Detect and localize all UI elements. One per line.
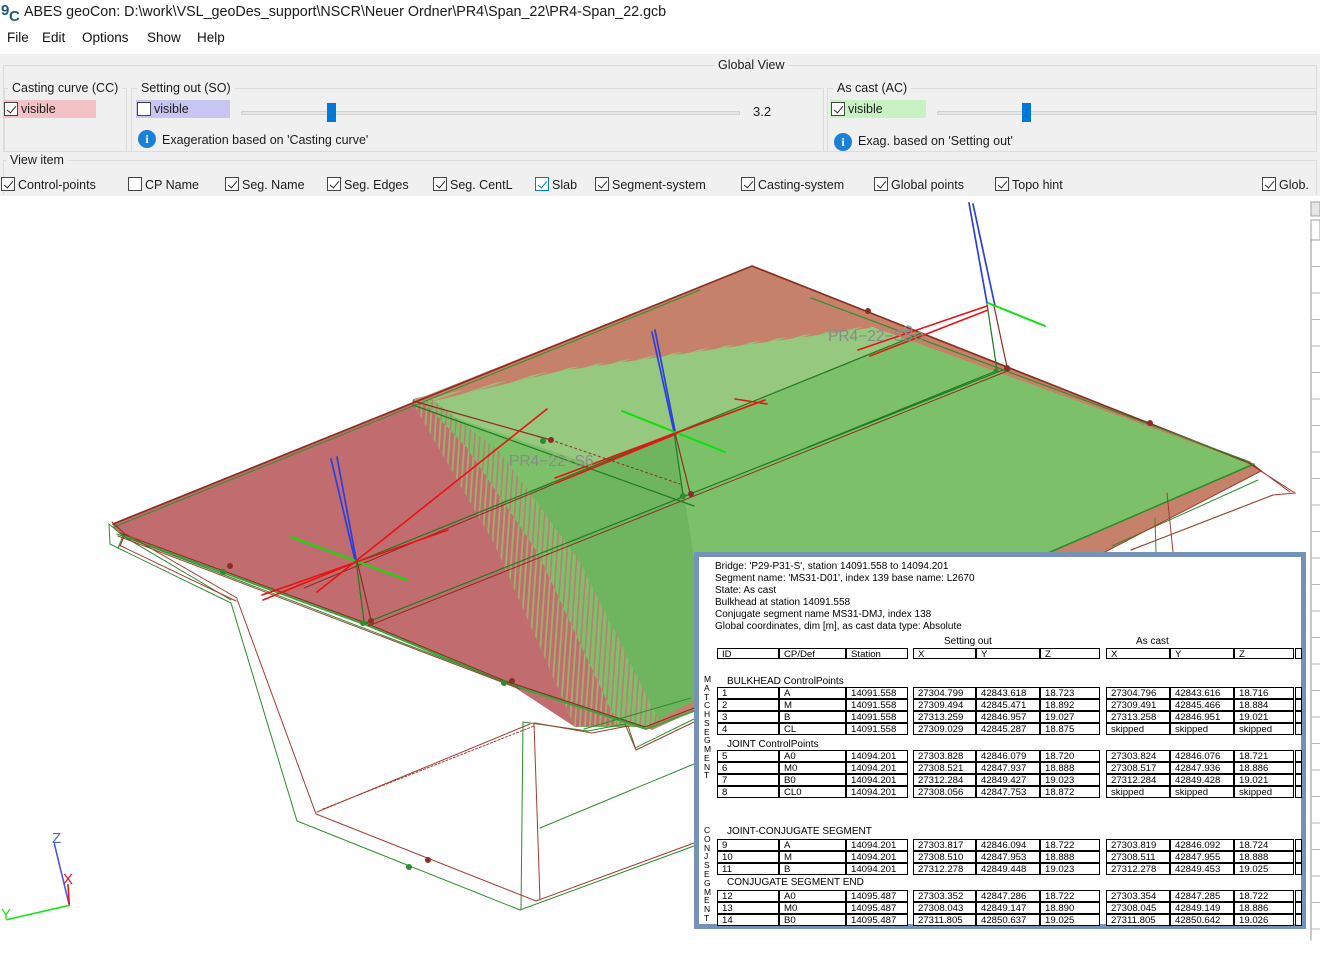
svg-text:PR4−22−S5: PR4−22−S5	[828, 328, 912, 345]
svg-text:Z: Z	[52, 830, 61, 847]
svg-text:X: X	[63, 871, 73, 888]
svg-text:Y: Y	[1, 906, 11, 923]
svg-text:C: C	[9, 8, 20, 24]
svg-text:PR4−22−S6: PR4−22−S6	[509, 453, 593, 470]
